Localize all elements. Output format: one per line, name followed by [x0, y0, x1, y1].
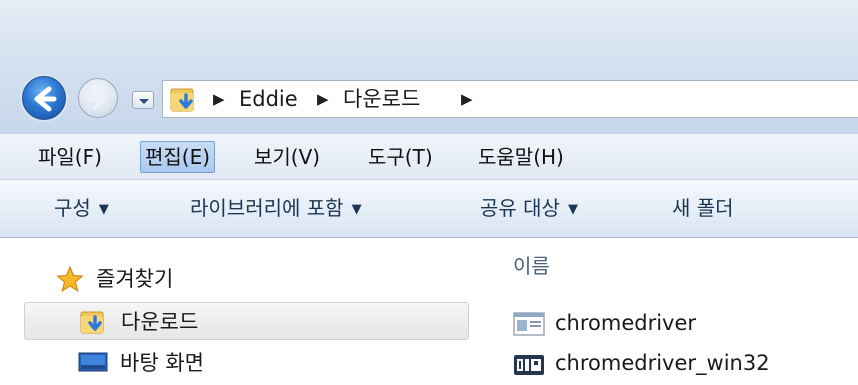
chevron-down-icon: ▼	[351, 202, 362, 217]
file-row[interactable]: chromedriver	[513, 308, 853, 340]
nav-item-favorites[interactable]: 즐겨찾기	[24, 260, 469, 298]
new-folder-button[interactable]: 새 폴더	[672, 193, 734, 223]
chevron-down-icon: ▼	[567, 202, 578, 217]
menu-view[interactable]: 보기(V)	[250, 141, 324, 173]
address-bar[interactable]: ▶ Eddie ▶ 다운로드 ▶	[162, 80, 858, 118]
nav-item-downloads[interactable]: 다운로드	[24, 302, 469, 340]
share-with-button[interactable]: 공유 대상 ▼	[480, 193, 578, 225]
menu-bar: 파일(F) 편집(E) 보기(V) 도구(T) 도움말(H)	[0, 134, 858, 180]
recent-pages-dropdown[interactable]	[132, 91, 154, 109]
downloads-folder-icon	[80, 311, 104, 334]
file-name: chromedriver	[555, 311, 697, 335]
forward-button[interactable]	[78, 78, 118, 118]
breadcrumb-eddie[interactable]: Eddie	[239, 87, 298, 111]
organize-label: 구성	[54, 196, 91, 220]
downloads-folder-icon	[170, 88, 194, 112]
star-icon	[56, 265, 84, 293]
file-row[interactable]: chromedriver_win32	[513, 348, 853, 380]
command-bar: 구성 ▼ 라이브러리에 포함 ▼ 공유 대상 ▼ 새 폴더	[0, 180, 858, 238]
chevron-down-icon	[139, 99, 149, 104]
breadcrumb-downloads[interactable]: 다운로드	[343, 87, 420, 111]
zip-archive-icon	[514, 355, 544, 375]
include-in-library-button[interactable]: 라이브러리에 포함 ▼	[190, 193, 362, 225]
organize-button[interactable]: 구성 ▼	[54, 193, 109, 225]
nav-item-label: 바탕 화면	[120, 351, 204, 375]
file-list: 이름 chromedriver chromedriver_win32	[485, 238, 858, 385]
nav-item-label: 즐겨찾기	[96, 267, 174, 291]
explorer-window: ▶ Eddie ▶ 다운로드 ▶ 파일(F) 편집(E) 보기(V) 도구(T)…	[0, 0, 858, 385]
desktop-icon	[78, 352, 108, 372]
chevron-down-icon: ▼	[98, 202, 109, 217]
include-in-library-label: 라이브러리에 포함	[190, 196, 344, 220]
nav-item-desktop[interactable]: 바탕 화면	[24, 344, 469, 382]
menu-tools[interactable]: 도구(T)	[364, 141, 437, 173]
title-bar: ▶ Eddie ▶ 다운로드 ▶	[0, 0, 858, 134]
arrow-right-icon	[87, 88, 107, 110]
breadcrumb-separator-icon[interactable]: ▶	[461, 89, 473, 109]
menu-edit[interactable]: 편집(E)	[140, 141, 216, 173]
share-with-label: 공유 대상	[480, 196, 560, 220]
arrow-left-icon	[34, 86, 57, 112]
navigation-pane: 즐겨찾기 다운로드 바탕 화면	[0, 238, 485, 385]
file-name: chromedriver_win32	[555, 351, 770, 375]
menu-help[interactable]: 도움말(H)	[474, 141, 568, 173]
application-icon	[513, 312, 545, 336]
nav-item-label: 다운로드	[121, 310, 199, 334]
menu-file[interactable]: 파일(F)	[34, 141, 106, 173]
breadcrumb-separator-icon[interactable]: ▶	[213, 89, 225, 109]
breadcrumb-separator-icon[interactable]: ▶	[317, 89, 329, 109]
column-header-name[interactable]: 이름	[513, 254, 550, 278]
back-button[interactable]	[22, 76, 66, 120]
